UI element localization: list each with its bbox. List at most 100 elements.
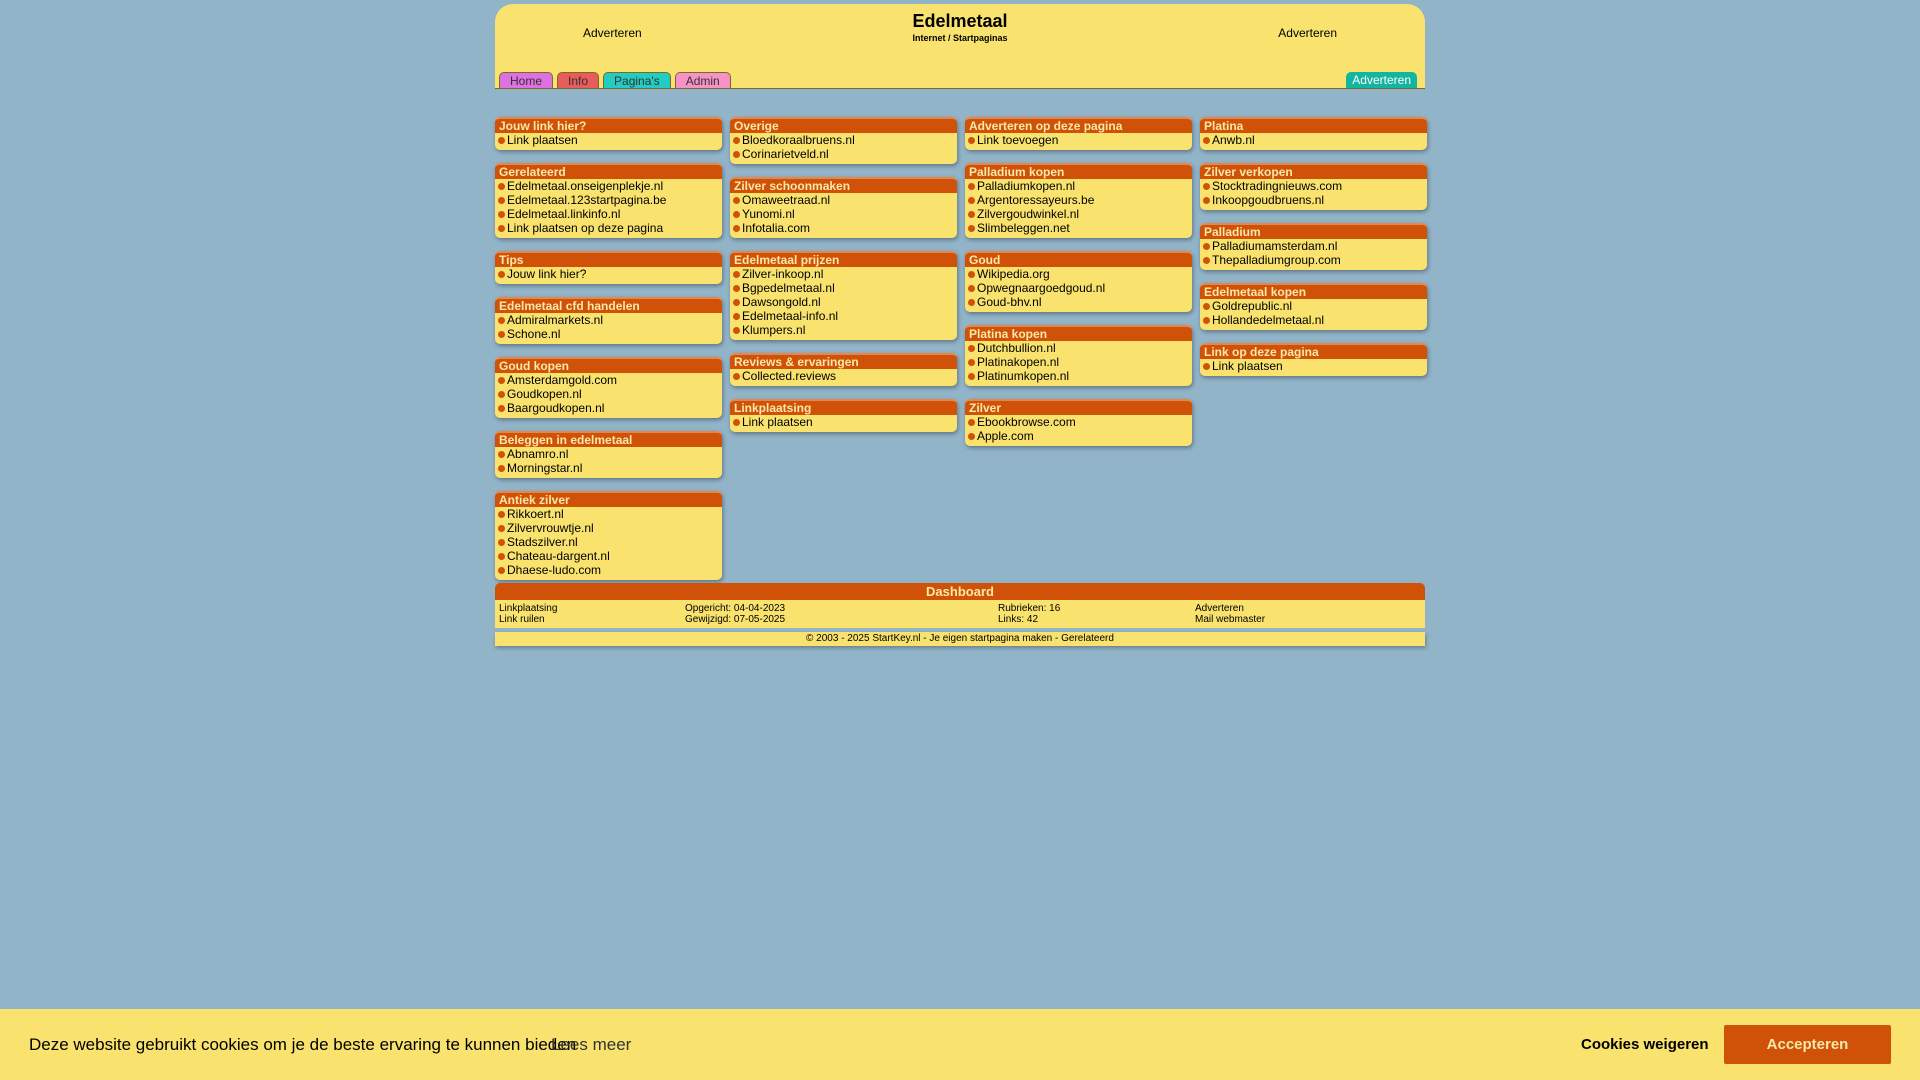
link-item[interactable]: Palladiumamsterdam.nl bbox=[1200, 239, 1427, 253]
link-item[interactable]: Platinumkopen.nl bbox=[965, 369, 1192, 383]
link-box-title: Goud bbox=[965, 251, 1192, 267]
link-item[interactable]: Amsterdamgold.com bbox=[495, 373, 722, 387]
link-item[interactable]: Jouw link hier? bbox=[495, 267, 722, 281]
dashboard-link-ruilen-link[interactable]: Link ruilen bbox=[499, 614, 545, 625]
link-box: Palladium Palladiumamsterdam.nl Thepalladi… bbox=[1200, 223, 1427, 270]
header-advertise-link-right[interactable]: Adverteren bbox=[1278, 26, 1337, 40]
link-item[interactable]: Morningstar.nl bbox=[495, 461, 722, 475]
link-item[interactable]: Ebookbrowse.com bbox=[965, 415, 1192, 429]
dashboard-opgericht: Opgericht: 04-04-2023 bbox=[685, 603, 786, 614]
link-item[interactable]: Link plaatsen bbox=[1200, 359, 1427, 373]
cookie-refuse-button[interactable]: Cookies weigeren bbox=[1581, 1036, 1709, 1053]
link-box: Tips Jouw link hier? bbox=[495, 251, 722, 284]
link-item[interactable]: Link toevoegen bbox=[965, 133, 1192, 147]
link-item[interactable]: Edelmetaal.onseigenplekje.nl bbox=[495, 179, 722, 193]
link-box: Linkplaatsing Link plaatsen bbox=[730, 399, 957, 432]
link-item[interactable]: Link plaatsen bbox=[495, 133, 722, 147]
dashboard-mail-webmaster-link[interactable]: Mail webmaster bbox=[1195, 614, 1265, 625]
link-item[interactable]: Schone.nl bbox=[495, 327, 722, 341]
link-item[interactable]: Dutchbullion.nl bbox=[965, 341, 1192, 355]
link-item[interactable]: Zilver-inkoop.nl bbox=[730, 267, 957, 281]
link-item[interactable]: Bloedkoraalbruens.nl bbox=[730, 133, 957, 147]
link-box-title: Edelmetaal cfd handelen bbox=[495, 297, 722, 313]
link-column: Adverteren op deze pagina Link toevoegen P… bbox=[965, 117, 1192, 459]
cookie-message: Deze website gebruikt cookies om je de b… bbox=[29, 1035, 577, 1054]
tab-paginas[interactable]: Pagina's bbox=[603, 72, 671, 88]
link-item[interactable]: Stadszilver.nl bbox=[495, 535, 722, 549]
link-item[interactable]: Edelmetaal.linkinfo.nl bbox=[495, 207, 722, 221]
link-column: Jouw link hier? Link plaatsen Gerelateerd E… bbox=[495, 117, 722, 593]
link-box-title: Platina kopen bbox=[965, 325, 1192, 341]
link-item[interactable]: Yunomi.nl bbox=[730, 207, 957, 221]
link-item[interactable]: Edelmetaal.123startpagina.be bbox=[495, 193, 722, 207]
nav-tabs: Home Info Pagina's Admin bbox=[499, 72, 731, 88]
tab-info[interactable]: Info bbox=[557, 72, 600, 88]
link-item[interactable]: Klumpers.nl bbox=[730, 323, 957, 337]
link-box: Link op deze pagina Link plaatsen bbox=[1200, 343, 1427, 376]
link-box-title: Linkplaatsing bbox=[730, 399, 957, 415]
link-box-title: Tips bbox=[495, 251, 722, 267]
link-box-title: Palladium bbox=[1200, 223, 1427, 239]
link-item[interactable]: Inkoopgoudbruens.nl bbox=[1200, 193, 1427, 207]
link-item[interactable]: Thepalladiumgroup.com bbox=[1200, 253, 1427, 267]
link-item[interactable]: Apple.com bbox=[965, 429, 1192, 443]
link-item[interactable]: Corinarietveld.nl bbox=[730, 147, 957, 161]
link-box-title: Reviews & ervaringen bbox=[730, 353, 957, 369]
link-item[interactable]: Bgpedelmetaal.nl bbox=[730, 281, 957, 295]
link-item[interactable]: Palladiumkopen.nl bbox=[965, 179, 1192, 193]
link-item[interactable]: Collected.reviews bbox=[730, 369, 957, 383]
link-box-title: Link op deze pagina bbox=[1200, 343, 1427, 359]
link-item[interactable]: Zilvergoudwinkel.nl bbox=[965, 207, 1192, 221]
link-box-title: Zilver verkopen bbox=[1200, 163, 1427, 179]
link-box: Antiek zilver Rikkoert.nl Zilvervrouwtje.n… bbox=[495, 491, 722, 580]
link-item[interactable]: Dhaese-ludo.com bbox=[495, 563, 722, 577]
dashboard-body: Linkplaatsing Link ruilen Opgericht: 04-… bbox=[495, 600, 1425, 628]
dashboard-links-count: Links: 42 bbox=[998, 614, 1039, 625]
dashboard-advertise-link[interactable]: Adverteren bbox=[1195, 603, 1244, 614]
link-item[interactable]: Anwb.nl bbox=[1200, 133, 1427, 147]
link-box: Reviews & ervaringen Collected.reviews bbox=[730, 353, 957, 386]
dashboard-linkplaatsing-link[interactable]: Linkplaatsing bbox=[499, 603, 557, 614]
link-item[interactable]: Goudkopen.nl bbox=[495, 387, 722, 401]
link-item[interactable]: Platinakopen.nl bbox=[965, 355, 1192, 369]
link-box: Gerelateerd Edelmetaal.onseigenplekje.nl E… bbox=[495, 163, 722, 238]
link-box-title: Beleggen in edelmetaal bbox=[495, 431, 722, 447]
tab-home[interactable]: Home bbox=[499, 72, 554, 88]
link-item[interactable]: Infotalia.com bbox=[730, 221, 957, 235]
link-box: Zilver Ebookbrowse.com Apple.com bbox=[965, 399, 1192, 446]
link-box-title: Overige bbox=[730, 117, 957, 133]
link-item[interactable]: Goud-bhv.nl bbox=[965, 295, 1192, 309]
link-item[interactable]: Rikkoert.nl bbox=[495, 507, 722, 521]
link-box: Edelmetaal prijzen Zilver-inkoop.nl Bgpede… bbox=[730, 251, 957, 340]
link-item[interactable]: Link plaatsen bbox=[730, 415, 957, 429]
link-item[interactable]: Slimbeleggen.net bbox=[965, 221, 1192, 235]
link-item[interactable]: Baargoudkopen.nl bbox=[495, 401, 722, 415]
cookie-accept-button[interactable]: Accepteren bbox=[1724, 1025, 1891, 1064]
link-item[interactable]: Zilvervrouwtje.nl bbox=[495, 521, 722, 535]
link-box-title: Edelmetaal kopen bbox=[1200, 283, 1427, 299]
link-item[interactable]: Argentoressayeurs.be bbox=[965, 193, 1192, 207]
link-item[interactable]: Abnamro.nl bbox=[495, 447, 722, 461]
link-box: Edelmetaal cfd handelen Admiralmarkets.nl… bbox=[495, 297, 722, 344]
link-item[interactable]: Hollandedelmetaal.nl bbox=[1200, 313, 1427, 327]
link-item[interactable]: Chateau-dargent.nl bbox=[495, 549, 722, 563]
link-box-title: Palladium kopen bbox=[965, 163, 1192, 179]
cookie-banner: Deze website gebruikt cookies om je de b… bbox=[0, 1009, 1920, 1080]
tab-admin[interactable]: Admin bbox=[674, 72, 731, 88]
cookie-read-more-link[interactable]: Lees meer bbox=[551, 1035, 631, 1055]
link-item[interactable]: Goldrepublic.nl bbox=[1200, 299, 1427, 313]
link-item[interactable]: Dawsongold.nl bbox=[730, 295, 957, 309]
link-item[interactable]: Omaweetraad.nl bbox=[730, 193, 957, 207]
link-item[interactable]: Opwegnaargoedgoud.nl bbox=[965, 281, 1192, 295]
link-item[interactable]: Stocktradingnieuws.com bbox=[1200, 179, 1427, 193]
link-box: Zilver schoonmaken Omaweetraad.nl Yunomi.n… bbox=[730, 177, 957, 238]
link-item[interactable]: Wikipedia.org bbox=[965, 267, 1192, 281]
link-box: Goud Wikipedia.org Opwegnaargoedgoud.nl Gou… bbox=[965, 251, 1192, 312]
tab-advertise[interactable]: Adverteren bbox=[1346, 72, 1417, 88]
link-box: Zilver verkopen Stocktradingnieuws.com Ink… bbox=[1200, 163, 1427, 210]
link-item[interactable]: Link plaatsen op deze pagina bbox=[495, 221, 722, 235]
link-columns: Jouw link hier? Link plaatsen Gerelateerd E… bbox=[495, 117, 1430, 580]
link-item[interactable]: Edelmetaal-info.nl bbox=[730, 309, 957, 323]
link-item[interactable]: Admiralmarkets.nl bbox=[495, 313, 722, 327]
dashboard-title: Dashboard bbox=[495, 583, 1425, 600]
